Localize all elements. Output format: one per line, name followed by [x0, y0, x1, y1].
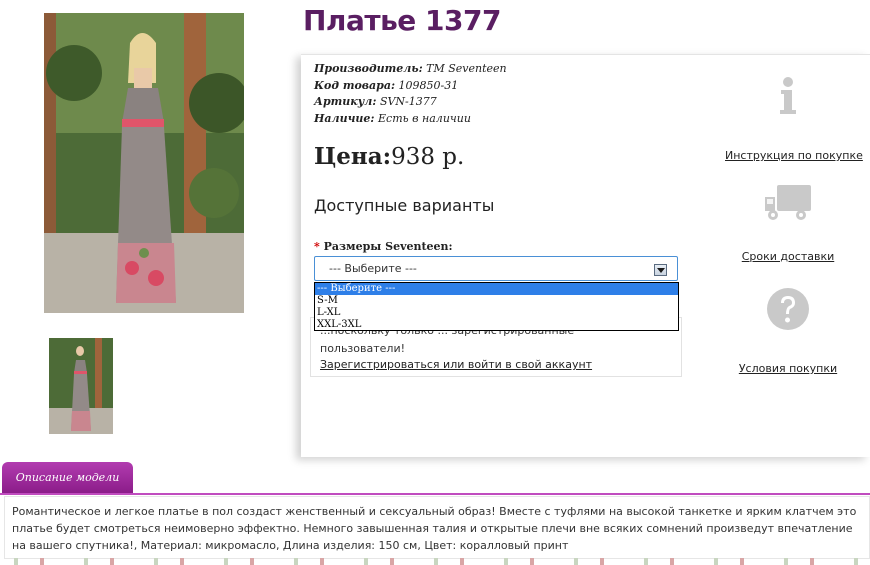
notice-text-line2: пользователи! — [320, 342, 406, 355]
price: Цена:938 р. — [314, 143, 464, 170]
truck-icon — [765, 185, 811, 220]
size-option-s-m[interactable]: S-M — [315, 295, 678, 307]
size-option-placeholder[interactable]: --- Выберите --- — [315, 283, 678, 295]
product-specs: Производитель: ТМ Seventeen Код товара: … — [314, 61, 507, 127]
product-thumbnail[interactable] — [49, 338, 113, 434]
spec-manufacturer: Производитель: ТМ Seventeen — [314, 62, 507, 75]
spec-product-code: Код товара: 109850-31 — [314, 78, 459, 92]
variants-title: Доступные варианты — [314, 196, 495, 215]
purchase-conditions[interactable]: Условия покупки — [737, 286, 839, 376]
spec-article: Артикул: SVN-1377 — [314, 95, 437, 108]
tab-underline — [0, 493, 870, 495]
size-option-xxl-3xl[interactable]: XXL-3XL — [315, 319, 678, 331]
product-title: Платье 1377 — [303, 4, 501, 37]
size-dropdown-list[interactable]: --- Выберите --- S-M L-XL XXL-3XL — [314, 282, 679, 331]
chevron-down-icon[interactable] — [654, 264, 667, 276]
price-value: 938 р. — [391, 144, 465, 170]
decorative-border — [0, 558, 870, 565]
purchase-instructions-link[interactable]: Инструкция по покупке — [725, 149, 863, 162]
question-icon — [767, 288, 809, 330]
purchase-instructions[interactable]: Инструкция по покупке — [725, 76, 863, 163]
model-description-text: Романтическое и легкое платье в пол созд… — [4, 496, 870, 559]
product-main-photo[interactable] — [44, 13, 244, 313]
register-login-link[interactable]: Зарегистрироваться или войти в свой акка… — [320, 358, 592, 371]
spec-availability: Наличие: Есть в наличии — [314, 111, 471, 125]
delivery-terms-link[interactable]: Сроки доставки — [742, 250, 835, 263]
size-select[interactable]: --- Выберите --- — [314, 256, 678, 281]
info-icon — [780, 77, 796, 114]
tab-model-description[interactable]: Описание модели — [2, 462, 133, 494]
price-label: Цена: — [314, 143, 392, 170]
required-mark: * — [314, 240, 320, 253]
purchase-conditions-link[interactable]: Условия покупки — [739, 362, 837, 375]
delivery-terms[interactable]: Сроки доставки — [740, 183, 836, 264]
size-label: * Размеры Seventeen: — [314, 240, 453, 253]
size-select-value: --- Выберите --- — [329, 262, 417, 275]
size-option-l-xl[interactable]: L-XL — [315, 307, 678, 319]
